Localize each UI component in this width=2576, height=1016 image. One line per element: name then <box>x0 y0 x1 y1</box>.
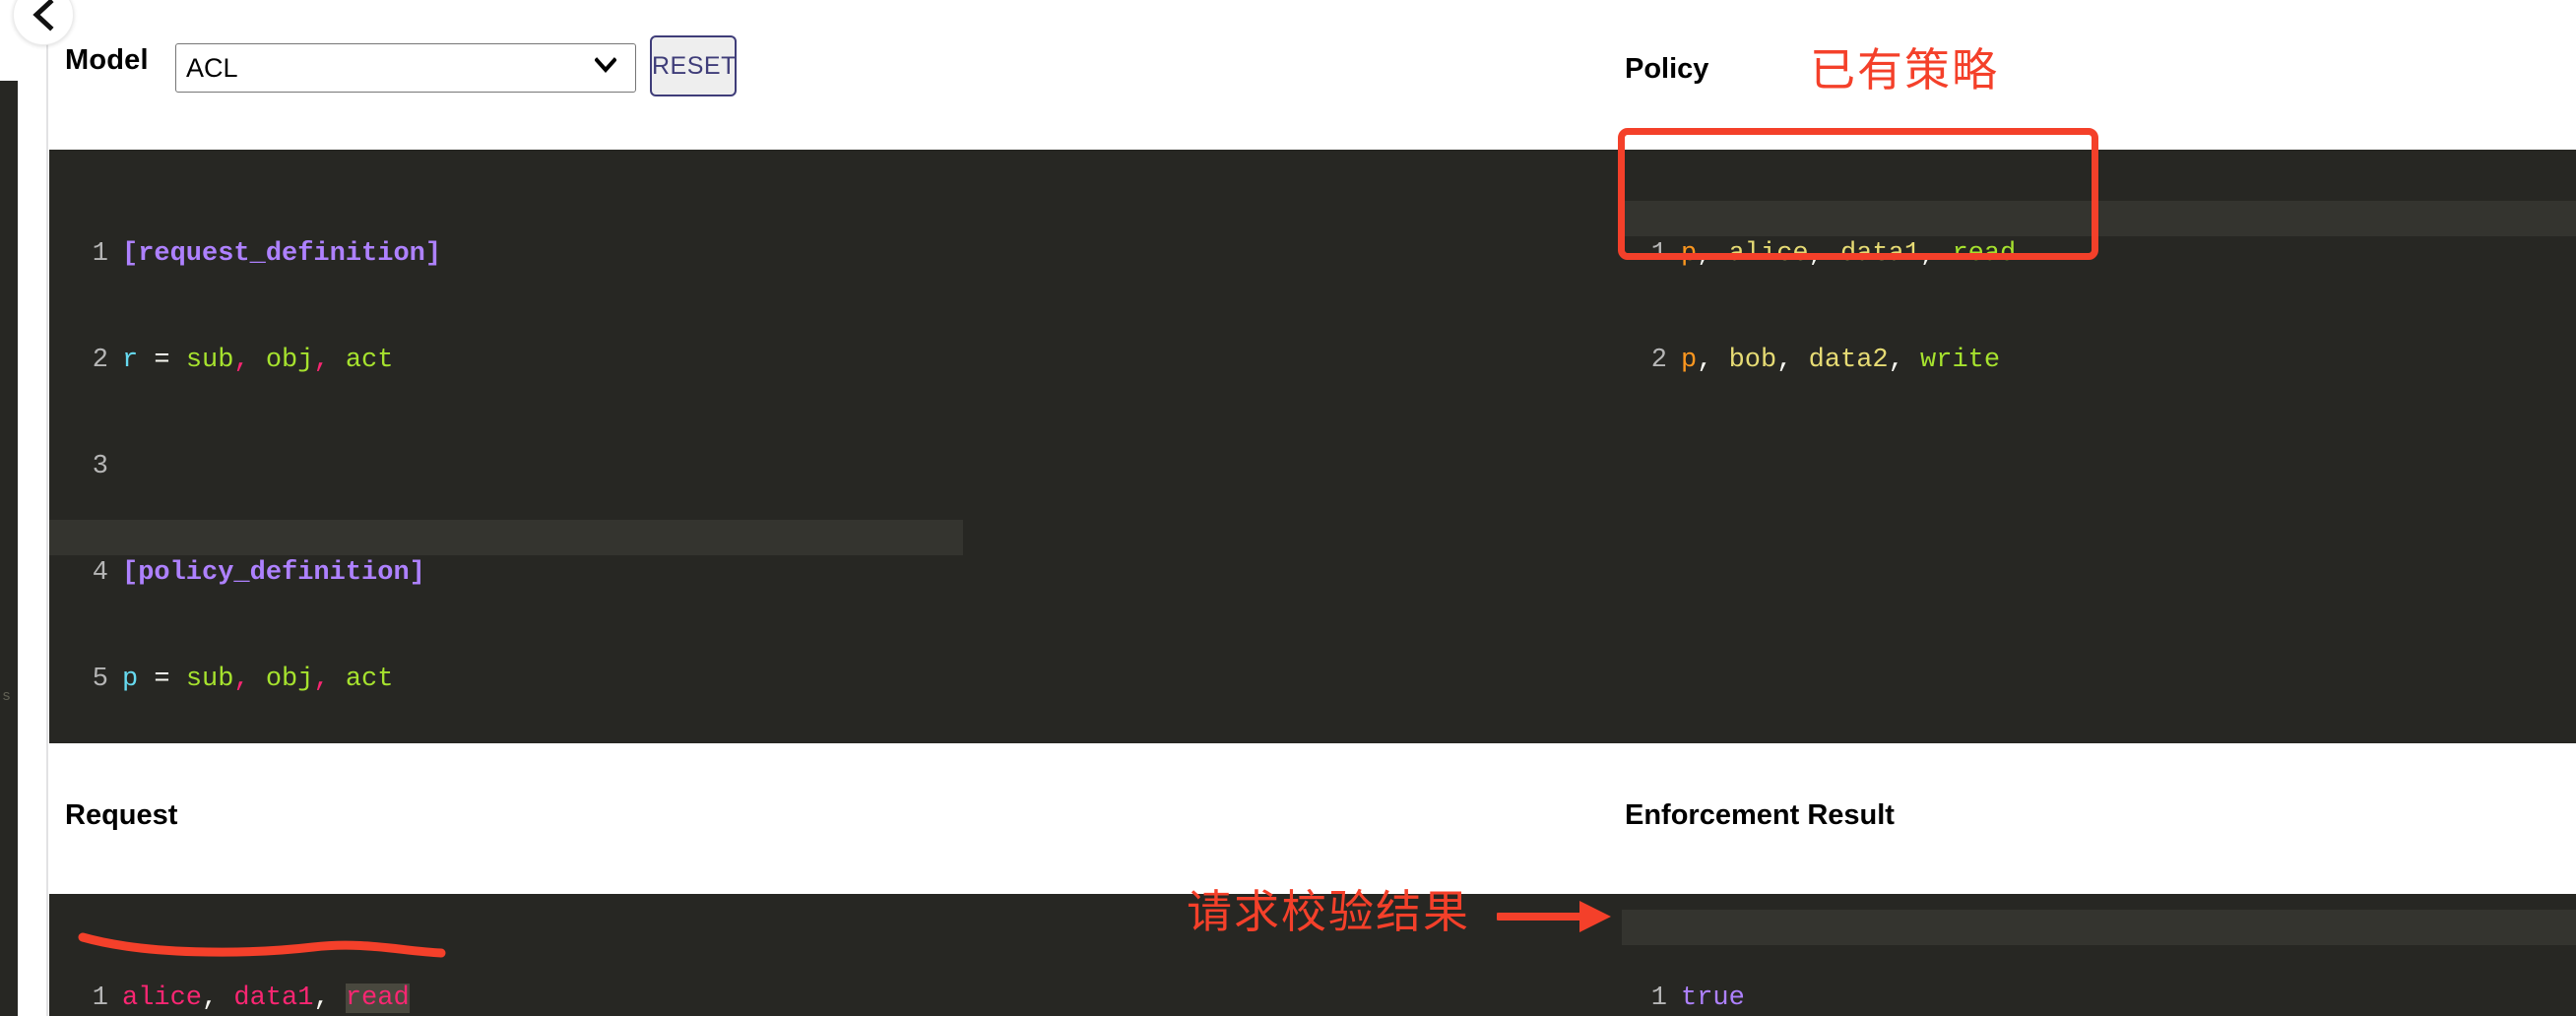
code-line: 2 r = sub, obj, act <box>63 343 984 378</box>
code-text: p, bob, data2, write <box>1681 346 2001 375</box>
line-number: 2 <box>1650 346 1667 375</box>
reset-button[interactable]: RESET <box>650 35 737 96</box>
annotation-arrow-icon <box>1495 891 1615 945</box>
code-line: 4 [policy_definition] <box>63 555 984 591</box>
panel-divider-line <box>46 0 48 1016</box>
model-editor[interactable]: 1 [request_definition] 2 r = sub, obj, act… <box>63 165 984 743</box>
top-editor-band: 1 [request_definition] 2 r = sub, obj, act… <box>49 150 2576 743</box>
code-line: 1 alice, data1, read <box>63 981 410 1016</box>
code-text: p, alice, data1, read <box>1681 239 2017 269</box>
code-line: 1 [request_definition] <box>63 236 984 272</box>
code-text: r = sub, obj, act <box>122 346 394 375</box>
code-line: 3 <box>63 449 984 484</box>
model-label: Model <box>65 44 149 76</box>
code-text: true <box>1681 984 1745 1013</box>
code-line: 1 true <box>1622 981 1745 1016</box>
enforcement-result-label: Enforcement Result <box>1625 799 1895 831</box>
left-rail: s a <box>0 81 18 1016</box>
code-text: [request_definition] <box>122 239 442 269</box>
code-line: 5 p = sub, obj, act <box>63 662 984 697</box>
annotation-request-underline <box>77 925 451 970</box>
code-line: 1 p, alice, data1, read <box>1622 236 2016 272</box>
line-number: 4 <box>92 558 108 588</box>
line-number: 5 <box>92 665 108 694</box>
line-number: 1 <box>1650 239 1667 269</box>
line-number: 1 <box>1650 984 1667 1013</box>
line-number: 1 <box>92 984 108 1013</box>
back-button[interactable] <box>13 0 74 45</box>
chevron-left-icon <box>31 0 56 32</box>
line-number: 3 <box>92 452 108 481</box>
policy-label: Policy <box>1625 53 1709 85</box>
annotation-result-note: 请求校验结果 <box>1187 885 1470 938</box>
result-editor[interactable]: 1 true <box>1622 910 1745 1016</box>
result-active-line-highlight <box>1622 910 2576 945</box>
policy-editor[interactable]: 1 p, alice, data1, read 2 p, bob, data2, w… <box>1622 165 2016 449</box>
rail-glyph-upper: s <box>2 688 12 705</box>
line-number: 1 <box>92 239 108 269</box>
casbin-editor-page: s a Model ACL RESET Policy 1 [request_def… <box>0 0 2576 1016</box>
code-line: 2 p, bob, data2, write <box>1622 343 2016 378</box>
model-select[interactable]: ACL <box>175 43 636 93</box>
code-text: [policy_definition] <box>122 558 425 588</box>
line-number: 2 <box>92 346 108 375</box>
annotation-policy-note: 已有策略 <box>1810 43 1999 96</box>
code-text: p = sub, obj, act <box>122 665 394 694</box>
code-text: alice, data1, read <box>122 984 410 1013</box>
request-label: Request <box>65 799 178 831</box>
